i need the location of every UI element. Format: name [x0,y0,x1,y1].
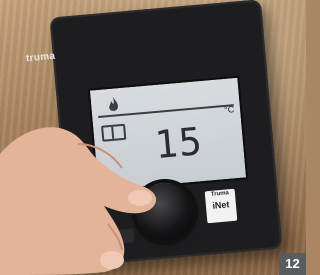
flame-icon [109,96,118,111]
hand [0,127,157,275]
temperature-unit: °C [223,104,235,115]
badge-text: iNet [211,199,230,211]
photo-scene: truma 15 °C Truma iNet 12 [0,0,306,275]
figure-number: 12 [279,253,306,275]
inet-badge: Truma iNet [204,188,238,224]
